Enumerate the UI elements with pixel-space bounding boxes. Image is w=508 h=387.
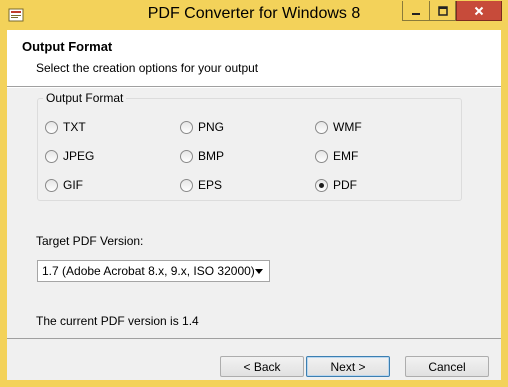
wizard-client-area: Output Format Select the creation option… [7,30,501,380]
radio-wmf-indicator [315,120,328,134]
radio-bmp-label: BMP [198,149,225,163]
current-pdf-version-text: The current PDF version is 1.4 [36,314,199,328]
close-icon [474,6,484,15]
maximize-icon [437,5,448,16]
radio-png-label: PNG [198,120,225,134]
radio-eps-indicator [180,178,193,192]
radio-wmf-label: WMF [333,120,362,134]
radio-pdf-indicator [315,178,328,192]
close-button[interactable] [456,1,502,21]
radio-txt-label: TXT [63,120,86,134]
radio-png-indicator [180,120,193,134]
radio-emf[interactable]: EMF [315,149,358,163]
radio-jpeg-label: JPEG [63,149,95,163]
radio-pdf[interactable]: PDF [315,178,357,192]
radio-bmp-indicator [180,149,193,163]
dropdown-arrow-icon [255,269,263,274]
maximize-button[interactable] [429,1,456,21]
output-format-group-label: Output Format [43,91,127,105]
page-subtitle: Select the creation options for your out… [36,61,259,75]
radio-eps[interactable]: EPS [180,178,222,192]
page-title: Output Format [22,39,113,54]
radio-bmp[interactable]: BMP [180,149,224,163]
minimize-icon [412,12,420,15]
output-format-group [37,98,462,201]
radio-txt[interactable]: TXT [45,120,86,134]
radio-png[interactable]: PNG [180,120,224,134]
wizard-body: Output Format TXT PNG WMF JPEG BMP EMF G… [7,88,501,338]
pdf-version-selected-value: 1.7 (Adobe Acrobat 8.x, 9.x, ISO 32000) [42,264,255,278]
pdf-version-dropdown[interactable]: 1.7 (Adobe Acrobat 8.x, 9.x, ISO 32000) [37,260,270,282]
cancel-button[interactable]: Cancel [405,356,489,377]
radio-pdf-label: PDF [333,178,357,192]
radio-eps-label: EPS [198,178,223,192]
radio-gif[interactable]: GIF [45,178,83,192]
target-pdf-version-label: Target PDF Version: [36,234,144,248]
radio-gif-indicator [45,178,58,192]
minimize-button[interactable] [402,1,429,21]
converter-window: PDF Converter for Windows 8 Output Forma… [0,0,508,387]
radio-wmf[interactable]: WMF [315,120,362,134]
radio-emf-indicator [315,149,328,163]
radio-jpeg[interactable]: JPEG [45,149,94,163]
next-button[interactable]: Next > [306,356,390,377]
radio-jpeg-indicator [45,149,58,163]
radio-gif-label: GIF [63,178,83,192]
title-bar[interactable]: PDF Converter for Windows 8 [0,0,508,30]
back-button[interactable]: < Back [220,356,304,377]
radio-txt-indicator [45,120,58,134]
radio-emf-label: EMF [333,149,359,163]
wizard-button-bar: < Back Next > Cancel [7,338,501,380]
wizard-header: Output Format Select the creation option… [7,30,501,87]
